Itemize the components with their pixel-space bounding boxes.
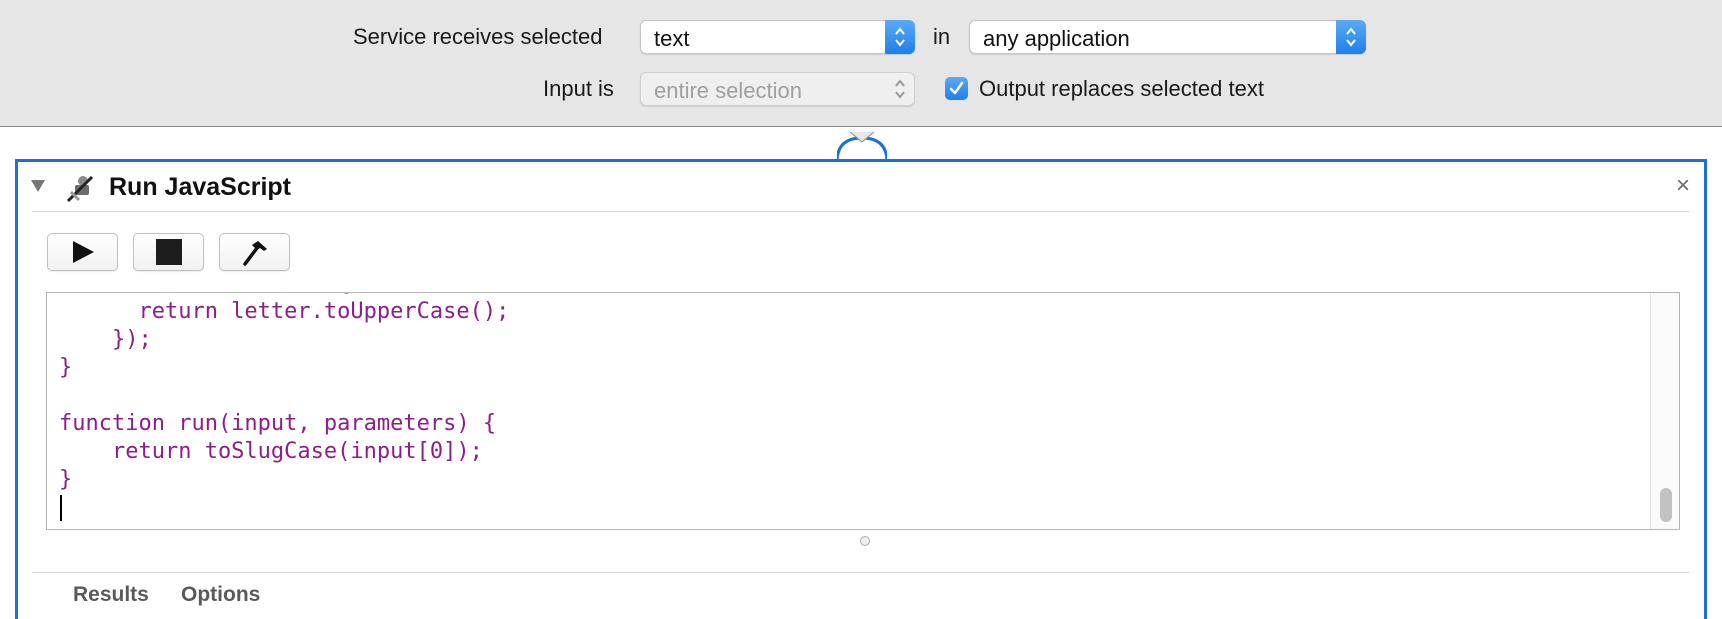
output-replaces-checkbox[interactable] xyxy=(945,77,968,100)
footer-divider xyxy=(32,572,1689,573)
application-value: any application xyxy=(983,26,1130,51)
popup-stepper-icon xyxy=(1336,20,1366,54)
editor-resize-handle[interactable] xyxy=(860,536,870,546)
service-settings-bar: Service receives selected text in any ap… xyxy=(0,0,1722,127)
close-icon[interactable]: × xyxy=(1676,172,1690,200)
input-type-popup[interactable]: text xyxy=(640,20,915,54)
header-divider xyxy=(32,211,1689,212)
tab-results[interactable]: Results xyxy=(73,583,149,607)
code-editor[interactable]: letter, index) { return letter.toUpperCa… xyxy=(46,292,1680,530)
input-scope-value: entire selection xyxy=(654,78,802,103)
application-popup[interactable]: any application xyxy=(969,20,1366,54)
scrollbar-thumb[interactable] xyxy=(1660,488,1672,522)
play-icon xyxy=(72,241,94,263)
script-code[interactable]: letter, index) { return letter.toUpperCa… xyxy=(59,293,509,494)
output-replaces-label[interactable]: Output replaces selected text xyxy=(979,76,1264,102)
text-caret xyxy=(60,495,62,521)
run-button[interactable] xyxy=(47,233,118,271)
editor-scrollbar[interactable] xyxy=(1650,293,1679,529)
disclosure-triangle-icon[interactable] xyxy=(30,179,46,193)
in-label: in xyxy=(933,24,951,49)
action-title: Run JavaScript xyxy=(109,173,292,201)
input-is-label: Input is xyxy=(543,76,614,101)
input-type-value: text xyxy=(654,26,690,51)
stop-icon xyxy=(155,239,182,265)
popup-stepper-icon xyxy=(885,20,915,54)
hammer-icon xyxy=(242,241,267,266)
run-javascript-action: Run JavaScript × letter, index) { return… xyxy=(15,159,1707,619)
service-receives-label: Service receives selected xyxy=(353,24,603,49)
automator-robot-icon xyxy=(66,175,94,203)
input-scope-popup[interactable]: entire selection xyxy=(640,72,915,106)
tab-options[interactable]: Options xyxy=(181,583,260,607)
popup-stepper-icon xyxy=(885,72,915,106)
stop-button[interactable] xyxy=(133,233,204,271)
compile-button[interactable] xyxy=(219,233,290,271)
action-header: Run JavaScript × xyxy=(18,162,1704,212)
